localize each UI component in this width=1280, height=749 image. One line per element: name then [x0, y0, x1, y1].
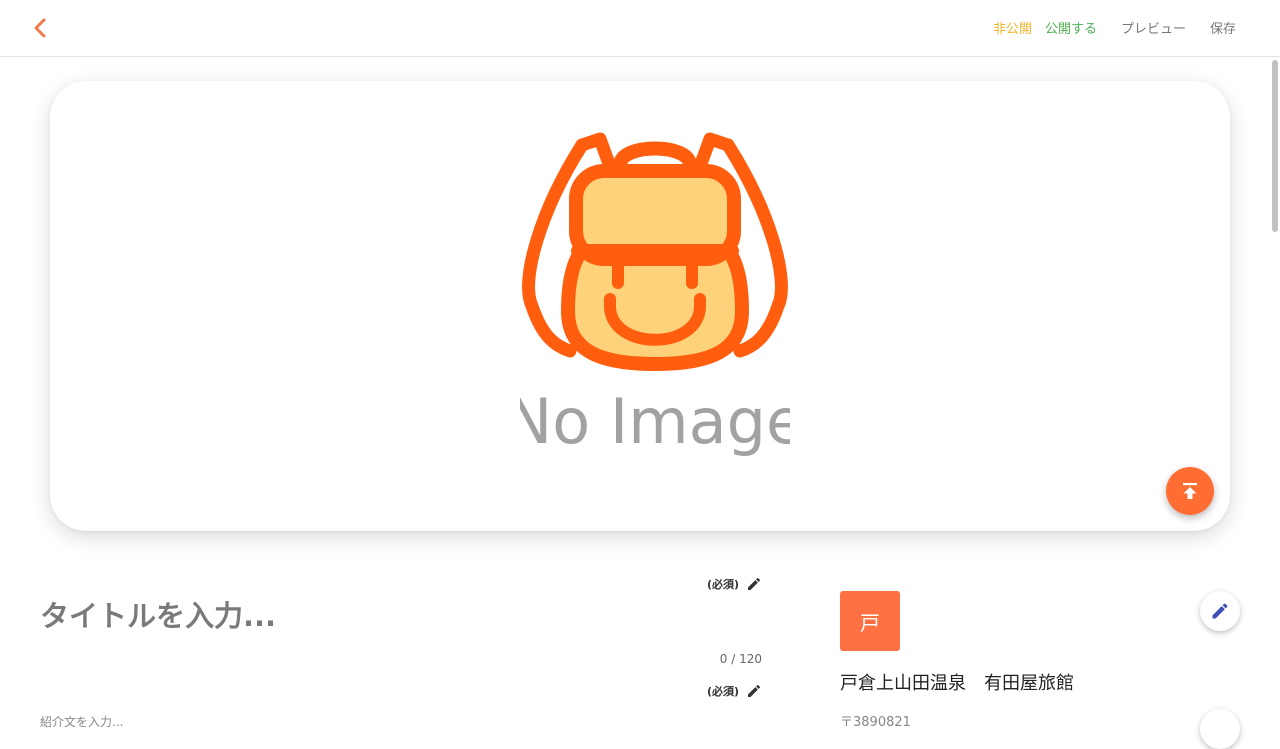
title-required-row: (必須) [707, 576, 762, 592]
pencil-icon[interactable] [746, 683, 762, 699]
spot-name: 戸倉上山田温泉 有田屋旅館 [840, 673, 1074, 694]
title-char-count: 0 / 120 [719, 652, 762, 666]
title-editor: (必須) 0 / 120 (必須) 紹介文を入力... [40, 573, 762, 729]
publish-status-label: 非公開 [992, 22, 1032, 37]
spot-avatar: 戸 [840, 591, 900, 651]
no-image-placeholder: No Image [520, 132, 790, 458]
edit-spot-button[interactable] [1200, 591, 1240, 631]
pencil-icon [1212, 603, 1228, 619]
back-button[interactable] [26, 14, 54, 42]
no-image-text: No Image [520, 385, 790, 458]
title-input[interactable] [40, 593, 640, 639]
description-required-row: (必須) [707, 683, 762, 699]
preview-button[interactable]: プレビュー [1121, 18, 1186, 37]
pencil-icon[interactable] [746, 576, 762, 592]
upload-icon [1183, 483, 1197, 499]
spot-info-panel: 戸 戸倉上山田温泉 有田屋旅館 〒3890821 [840, 591, 1260, 731]
upload-cover-button[interactable] [1166, 467, 1214, 515]
chevron-left-icon [34, 18, 46, 38]
backpack-icon [522, 132, 788, 371]
top-actions: 非公開 公開する プレビュー 保存 [993, 18, 1236, 37]
title-required-label: (必須) [706, 578, 739, 591]
description-placeholder[interactable]: 紹介文を入力... [40, 713, 123, 730]
cover-image-card: No Image [50, 81, 1230, 531]
publish-button[interactable]: 公開する [1045, 18, 1097, 37]
spot-postal-code: 〒3890821 [840, 715, 911, 730]
page-scrollbar[interactable] [1272, 60, 1278, 232]
save-button[interactable]: 保存 [1210, 18, 1236, 37]
top-app-bar: 非公開 公開する プレビュー 保存 [0, 0, 1280, 57]
secondary-action-button[interactable] [1200, 709, 1240, 749]
description-required-label: (必須) [706, 685, 739, 698]
